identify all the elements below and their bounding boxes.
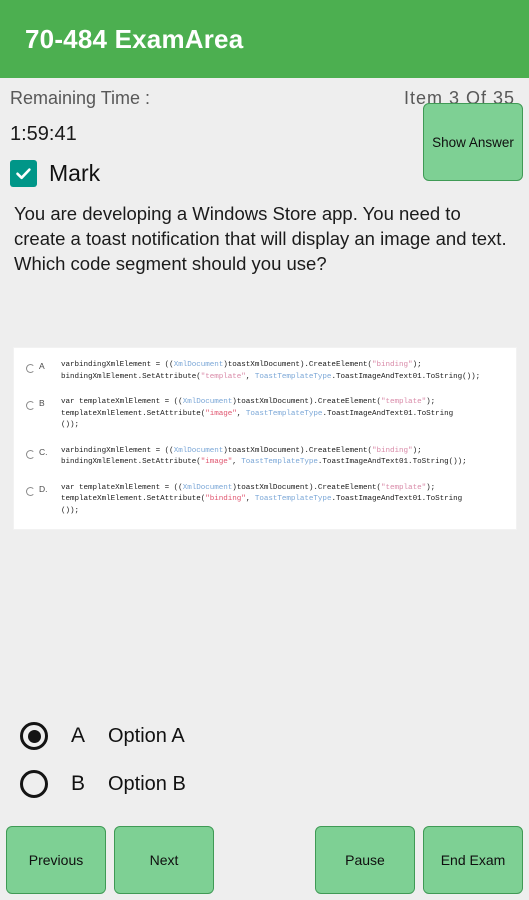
end-exam-button[interactable]: End Exam: [423, 826, 523, 894]
code-option-letter: B: [39, 398, 45, 408]
code-option-text: varbindingXmlElement = ((XmlDocument)toa…: [61, 360, 508, 383]
code-option-a[interactable]: AvarbindingXmlElement = ((XmlDocument)to…: [14, 360, 516, 383]
code-token: .ToastImageAndText01.ToString());: [331, 372, 481, 381]
code-token: varbindingXmlElement = ((: [61, 361, 174, 369]
code-token: .ToastImageAndText01.ToString: [322, 409, 454, 418]
code-line: ());: [61, 506, 508, 518]
next-button[interactable]: Next: [114, 826, 214, 894]
exam-screen: 70-484 ExamArea Remaining Time : Item 3 …: [0, 0, 529, 900]
code-options-card: AvarbindingXmlElement = ((XmlDocument)to…: [14, 348, 516, 529]
answer-options-list: A Option A B Option B: [0, 712, 529, 820]
code-line: bindingXmlElement.SetAttribute("template…: [61, 372, 508, 384]
app-header: 70-484 ExamArea: [0, 0, 529, 78]
code-token: .ToastImageAndText01.ToString: [331, 495, 463, 503]
code-token: XmlDocument: [173, 446, 224, 455]
status-strip: Remaining Time : Item 3 Of 35 1:59:41 Sh…: [0, 78, 529, 181]
code-token: var templateXmlElement = ((: [61, 483, 183, 492]
code-token: ,: [245, 372, 255, 381]
code-token: XmlDocument: [182, 398, 233, 406]
remaining-time-label: Remaining Time :: [10, 88, 151, 108]
code-option-text: varbindingXmlElement = ((XmlDocument)toa…: [61, 446, 508, 469]
code-token: var templateXmlElement = ((: [61, 398, 183, 406]
code-token: bindingXmlElement.SetAttribute(: [61, 458, 201, 466]
code-token: "binding": [372, 361, 413, 369]
code-line: bindingXmlElement.SetAttribute("image", …: [61, 457, 508, 469]
radio-dot: [27, 729, 41, 743]
code-token: ToastTemplateType: [254, 372, 332, 381]
previous-button[interactable]: Previous: [6, 826, 106, 894]
code-line: varbindingXmlElement = ((XmlDocument)toa…: [61, 360, 508, 372]
code-option-text: var templateXmlElement = ((XmlDocument)t…: [61, 483, 508, 518]
code-token: ToastTemplateType: [254, 495, 332, 503]
answer-radio-a[interactable]: [20, 722, 48, 750]
code-option-text: var templateXmlElement = ((XmlDocument)t…: [61, 397, 508, 432]
answer-label: Option B: [108, 772, 186, 795]
check-icon: [14, 164, 33, 183]
code-line: var templateXmlElement = ((XmlDocument)t…: [61, 397, 508, 409]
mark-checkbox[interactable]: [10, 160, 37, 187]
answer-label: Option A: [108, 724, 185, 747]
code-token: );: [426, 483, 436, 492]
question-text: You are developing a Windows Store app. …: [14, 203, 507, 274]
code-option-c[interactable]: C. varbindingXmlElement = ((XmlDocument)t…: [14, 446, 516, 469]
answer-letter: A: [70, 724, 85, 747]
code-token: XmlDocument: [173, 361, 224, 369]
code-token: );: [412, 361, 422, 369]
code-token: ToastTemplateType: [245, 409, 323, 418]
code-token: "image": [200, 458, 233, 466]
code-option-radio[interactable]: [26, 449, 35, 459]
code-token: templateXmlElement.SetAttribute(: [61, 409, 206, 418]
code-line: var templateXmlElement = ((XmlDocument)t…: [61, 483, 508, 495]
code-token: )toastXmlDocument).CreateElement(: [223, 446, 372, 455]
code-token: )toastXmlDocument).CreateElement(: [223, 361, 372, 369]
code-token: varbindingXmlElement = ((: [61, 446, 174, 455]
code-token: ());: [61, 421, 80, 429]
answer-letter: B: [70, 772, 85, 795]
code-token: .ToastImageAndText01.ToString());: [317, 458, 467, 466]
mark-label: Mark: [49, 160, 101, 186]
code-token: )toastXmlDocument).CreateElement(: [232, 483, 382, 492]
code-token: );: [426, 398, 436, 406]
code-token: bindingXmlElement.SetAttribute(: [61, 372, 201, 381]
code-token: templateXmlElement.SetAttribute(: [61, 495, 206, 503]
code-option-radio[interactable]: [26, 486, 35, 496]
code-token: ToastTemplateType: [241, 458, 318, 466]
show-answer-button[interactable]: Show Answer: [423, 103, 523, 181]
code-token: "binding": [372, 446, 413, 455]
code-token: ,: [236, 409, 246, 418]
code-option-radio[interactable]: [26, 364, 35, 373]
code-option-letter: D.: [39, 483, 48, 494]
code-token: ());: [61, 506, 80, 515]
bottom-button-bar: Previous Next Pause End Exam: [0, 820, 529, 900]
code-token: )toastXmlDocument).CreateElement(: [232, 398, 382, 406]
code-line: varbindingXmlElement = ((XmlDocument)toa…: [61, 446, 508, 458]
code-option-radio[interactable]: [26, 401, 35, 410]
code-option-letter: A: [39, 361, 45, 371]
code-token: ,: [245, 495, 255, 503]
code-option-b[interactable]: Bvar templateXmlElement = ((XmlDocument)…: [14, 397, 516, 432]
code-token: "template": [200, 372, 246, 381]
code-token: );: [412, 446, 422, 455]
answer-option-b[interactable]: B Option B: [20, 760, 529, 808]
code-line: templateXmlElement.SetAttribute("binding…: [61, 494, 508, 506]
code-token: "binding": [205, 495, 246, 503]
page-title: 70-484 ExamArea: [25, 23, 244, 54]
code-token: XmlDocument: [182, 483, 233, 492]
code-option-letter: C.: [39, 446, 48, 457]
code-token: "template": [381, 398, 427, 406]
code-line: ());: [61, 420, 508, 432]
code-option-d[interactable]: D. var templateXmlElement = ((XmlDocument…: [14, 483, 516, 518]
code-token: ,: [232, 458, 242, 466]
pause-button[interactable]: Pause: [315, 826, 415, 894]
answer-option-a[interactable]: A Option A: [20, 712, 529, 760]
answer-radio-b[interactable]: [20, 770, 48, 798]
code-token: "image": [205, 409, 237, 418]
code-line: templateXmlElement.SetAttribute("image",…: [61, 409, 508, 421]
code-token: "template": [381, 483, 427, 492]
code-options-area: AvarbindingXmlElement = ((XmlDocument)to…: [0, 276, 529, 712]
